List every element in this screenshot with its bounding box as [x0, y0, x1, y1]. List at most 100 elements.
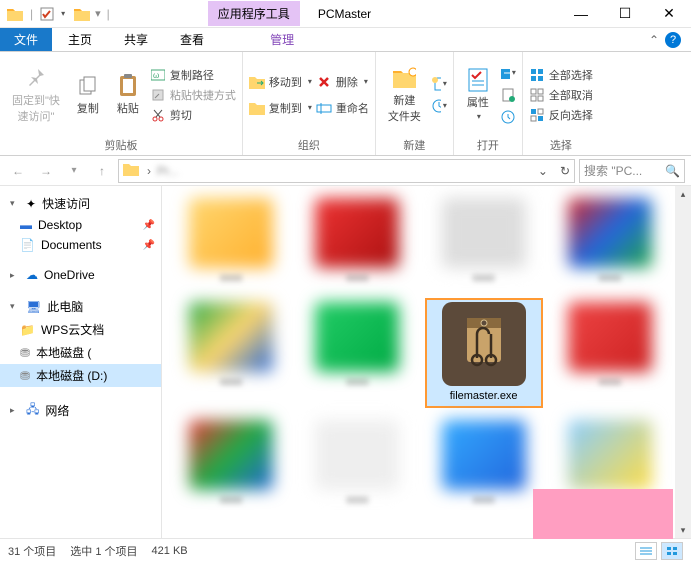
network-icon: 🖧 — [26, 400, 39, 421]
recent-dropdown[interactable]: ▾ — [62, 159, 86, 183]
tab-share[interactable]: 共享 — [108, 28, 164, 51]
cut-button[interactable]: 剪切 — [150, 107, 236, 123]
titlebar: | ▾ ▾ | 应用程序工具 PCMaster — ☐ ✕ — [0, 0, 691, 28]
documents-icon: 📄 — [20, 238, 35, 252]
history-icon[interactable] — [500, 109, 516, 125]
up-button[interactable]: ↑ — [90, 159, 114, 183]
paste-shortcut-button[interactable]: 粘贴快捷方式 — [150, 87, 236, 103]
path-icon: ω — [150, 67, 166, 83]
edit-icon[interactable] — [500, 87, 516, 103]
disk-icon: ⛃ — [20, 346, 30, 360]
select-none-button[interactable]: 全部取消 — [529, 87, 593, 103]
select-all-button[interactable]: 全部选择 — [529, 67, 593, 83]
navigation-pane: ▾✦快速访问 ▬Desktop📌 📄Documents📌 ▸☁OneDrive … — [0, 186, 162, 538]
ribbon-group-open: 打开 — [477, 137, 499, 153]
file-item[interactable]: xxxx — [298, 416, 416, 512]
copy-to-button[interactable]: 复制到▾ — [249, 100, 312, 116]
sidebar-item-disk-c[interactable]: ⛃本地磁盘 ( — [0, 341, 161, 364]
status-selection: 选中 1 个项目 — [70, 543, 137, 559]
delete-button[interactable]: 删除▾ — [316, 74, 369, 90]
pin-icon: 📌 — [143, 240, 155, 251]
sidebar-item-this-pc[interactable]: ▾🖥此电脑 — [0, 295, 161, 318]
quick-access-toolbar: | ▾ ▾ | — [0, 5, 118, 23]
pc-icon: 🖥 — [26, 300, 41, 314]
svg-text:ω: ω — [153, 71, 159, 80]
new-item-icon[interactable]: ▾ — [431, 76, 447, 92]
copy-button[interactable]: 复制 — [70, 70, 106, 120]
sidebar-item-documents[interactable]: 📄Documents📌 — [0, 235, 161, 255]
file-item[interactable]: xxxx — [425, 416, 543, 512]
file-item[interactable]: xxxx — [551, 194, 669, 290]
sidebar-item-disk-d[interactable]: ⛃本地磁盘 (D:) — [0, 364, 161, 387]
file-item[interactable]: xxxx — [298, 298, 416, 408]
overlay-box — [533, 489, 673, 539]
scroll-up-icon[interactable]: ▴ — [675, 186, 691, 202]
search-icon: 🔍 — [665, 164, 680, 178]
dropdown-icon[interactable]: ⌄ — [538, 164, 548, 178]
close-button[interactable]: ✕ — [647, 0, 691, 28]
ribbon-group-organize: 组织 — [298, 137, 320, 153]
open-icon[interactable]: ▾ — [500, 65, 516, 81]
file-item-selected[interactable]: filemaster.exe — [425, 298, 543, 408]
desktop-icon: ▬ — [20, 218, 32, 232]
ribbon-group-select: 选择 — [550, 137, 572, 153]
invert-icon — [529, 107, 545, 123]
main-area: ▾✦快速访问 ▬Desktop📌 📄Documents📌 ▸☁OneDrive … — [0, 186, 691, 538]
tab-file[interactable]: 文件 — [0, 28, 52, 51]
folder-icon — [123, 162, 141, 180]
scroll-down-icon[interactable]: ▾ — [675, 522, 691, 538]
ribbon: 固定到"快 速访问" 复制 粘贴 ω复制路径 粘贴快捷方式 剪切 剪贴板 移动到… — [0, 52, 691, 156]
scrollbar[interactable]: ▴ ▾ — [675, 186, 691, 538]
address-field[interactable]: › Pr... ⌄ ↻ — [118, 159, 575, 183]
file-item[interactable]: xxxx — [425, 194, 543, 290]
file-list[interactable]: xxxx xxxx xxxx xxxx xxxx xxxx filema — [162, 186, 691, 538]
sidebar-item-desktop[interactable]: ▬Desktop📌 — [0, 215, 161, 235]
move-to-button[interactable]: 移动到▾ — [249, 74, 312, 90]
star-icon: ✦ — [26, 197, 36, 211]
ribbon-tabs: 文件 主页 共享 查看 管理 ⌃ ? — [0, 28, 691, 52]
properties-button[interactable]: 属性▾ — [460, 64, 496, 125]
collapse-ribbon-icon[interactable]: ⌃ — [649, 33, 659, 47]
folder-icon[interactable] — [73, 5, 91, 23]
tab-manage[interactable]: 管理 — [254, 28, 310, 51]
checkbox-icon[interactable] — [39, 6, 55, 22]
maximize-button[interactable]: ☐ — [603, 0, 647, 28]
status-bar: 31 个项目 选中 1 个项目 421 KB — [0, 538, 691, 562]
new-folder-button[interactable]: 新建 文件夹 — [382, 62, 427, 128]
select-none-icon — [529, 87, 545, 103]
search-input[interactable]: 搜索 "PC... 🔍 — [579, 159, 685, 183]
file-item[interactable]: xxxx — [551, 298, 669, 408]
file-item[interactable]: xxxx — [172, 194, 290, 290]
chevron-down-icon[interactable]: ▾ — [61, 9, 65, 18]
file-item[interactable]: xxxx — [172, 298, 290, 408]
sidebar-item-wps[interactable]: 📁WPS云文档 — [0, 318, 161, 341]
paste-button[interactable]: 粘贴 — [110, 70, 146, 120]
folder-move-icon — [249, 74, 265, 90]
wps-icon: 📁 — [20, 323, 35, 337]
file-item[interactable]: xxxx — [298, 194, 416, 290]
details-view-button[interactable] — [635, 542, 657, 560]
forward-button[interactable]: → — [34, 159, 58, 183]
status-item-count: 31 个项目 — [8, 543, 56, 559]
window-controls: — ☐ ✕ — [559, 0, 691, 28]
copy-path-button[interactable]: ω复制路径 — [150, 67, 236, 83]
rename-button[interactable]: 重命名 — [316, 100, 369, 116]
tab-home[interactable]: 主页 — [52, 28, 108, 51]
folder-icon[interactable] — [6, 5, 24, 23]
file-item[interactable]: xxxx — [172, 416, 290, 512]
sidebar-item-network[interactable]: ▸🖧网络 — [0, 397, 161, 424]
easy-access-icon[interactable]: ▾ — [431, 98, 447, 114]
back-button[interactable]: ← — [6, 159, 30, 183]
onedrive-icon: ☁ — [26, 268, 38, 282]
sidebar-item-onedrive[interactable]: ▸☁OneDrive — [0, 265, 161, 285]
minimize-button[interactable]: — — [559, 0, 603, 28]
tab-view[interactable]: 查看 — [164, 28, 220, 51]
sidebar-item-quick-access[interactable]: ▾✦快速访问 — [0, 192, 161, 215]
invert-selection-button[interactable]: 反向选择 — [529, 107, 593, 123]
thumbnails-view-button[interactable] — [661, 542, 683, 560]
overflow-icon[interactable]: ▾ — [95, 7, 101, 20]
help-icon[interactable]: ? — [665, 32, 681, 48]
pin-to-quick-access-button[interactable]: 固定到"快 速访问" — [6, 62, 66, 128]
delete-icon — [316, 74, 332, 90]
refresh-icon[interactable]: ↻ — [560, 164, 570, 178]
